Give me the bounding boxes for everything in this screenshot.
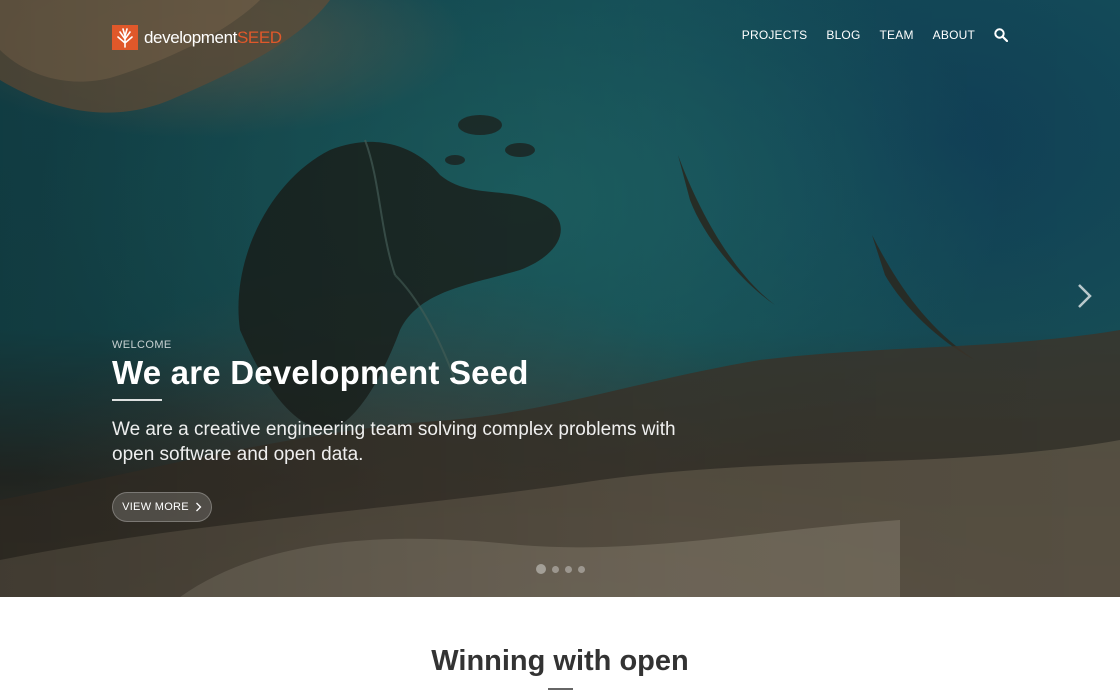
hero-eyebrow: WELCOME <box>112 339 172 351</box>
hero-banner: developmentSEED PROJECTS BLOG TEAM ABOUT… <box>0 0 1120 597</box>
view-more-label: VIEW MORE <box>122 501 189 513</box>
site-logo[interactable]: developmentSEED <box>112 25 282 50</box>
nav-item-team[interactable]: TEAM <box>880 28 914 42</box>
seed-logo-icon <box>112 25 138 50</box>
chevron-right-icon <box>195 502 202 512</box>
main-nav: PROJECTS BLOG TEAM ABOUT <box>742 28 1008 42</box>
carousel-dots <box>536 564 585 574</box>
chevron-right-icon[interactable] <box>1074 282 1094 310</box>
logo-text: developmentSEED <box>144 28 282 48</box>
logo-text-seed: SEED <box>236 27 282 47</box>
search-icon[interactable] <box>994 28 1008 42</box>
hero-lead: We are a creative engineering team solvi… <box>112 419 676 465</box>
hero-title: We are Development Seed <box>112 354 529 391</box>
nav-item-blog[interactable]: BLOG <box>826 28 860 42</box>
carousel-dot-4[interactable] <box>578 565 585 573</box>
logo-text-development: development <box>144 27 237 47</box>
nav-item-about[interactable]: ABOUT <box>933 28 975 42</box>
view-more-button[interactable]: VIEW MORE <box>112 492 212 522</box>
carousel-dot-1[interactable] <box>536 564 546 574</box>
carousel-dot-2[interactable] <box>552 565 559 573</box>
hero-divider <box>112 399 162 401</box>
section-divider <box>548 688 573 690</box>
section-title: Winning with open <box>431 645 689 677</box>
nav-item-projects[interactable]: PROJECTS <box>742 28 808 42</box>
carousel-dot-3[interactable] <box>565 565 572 573</box>
